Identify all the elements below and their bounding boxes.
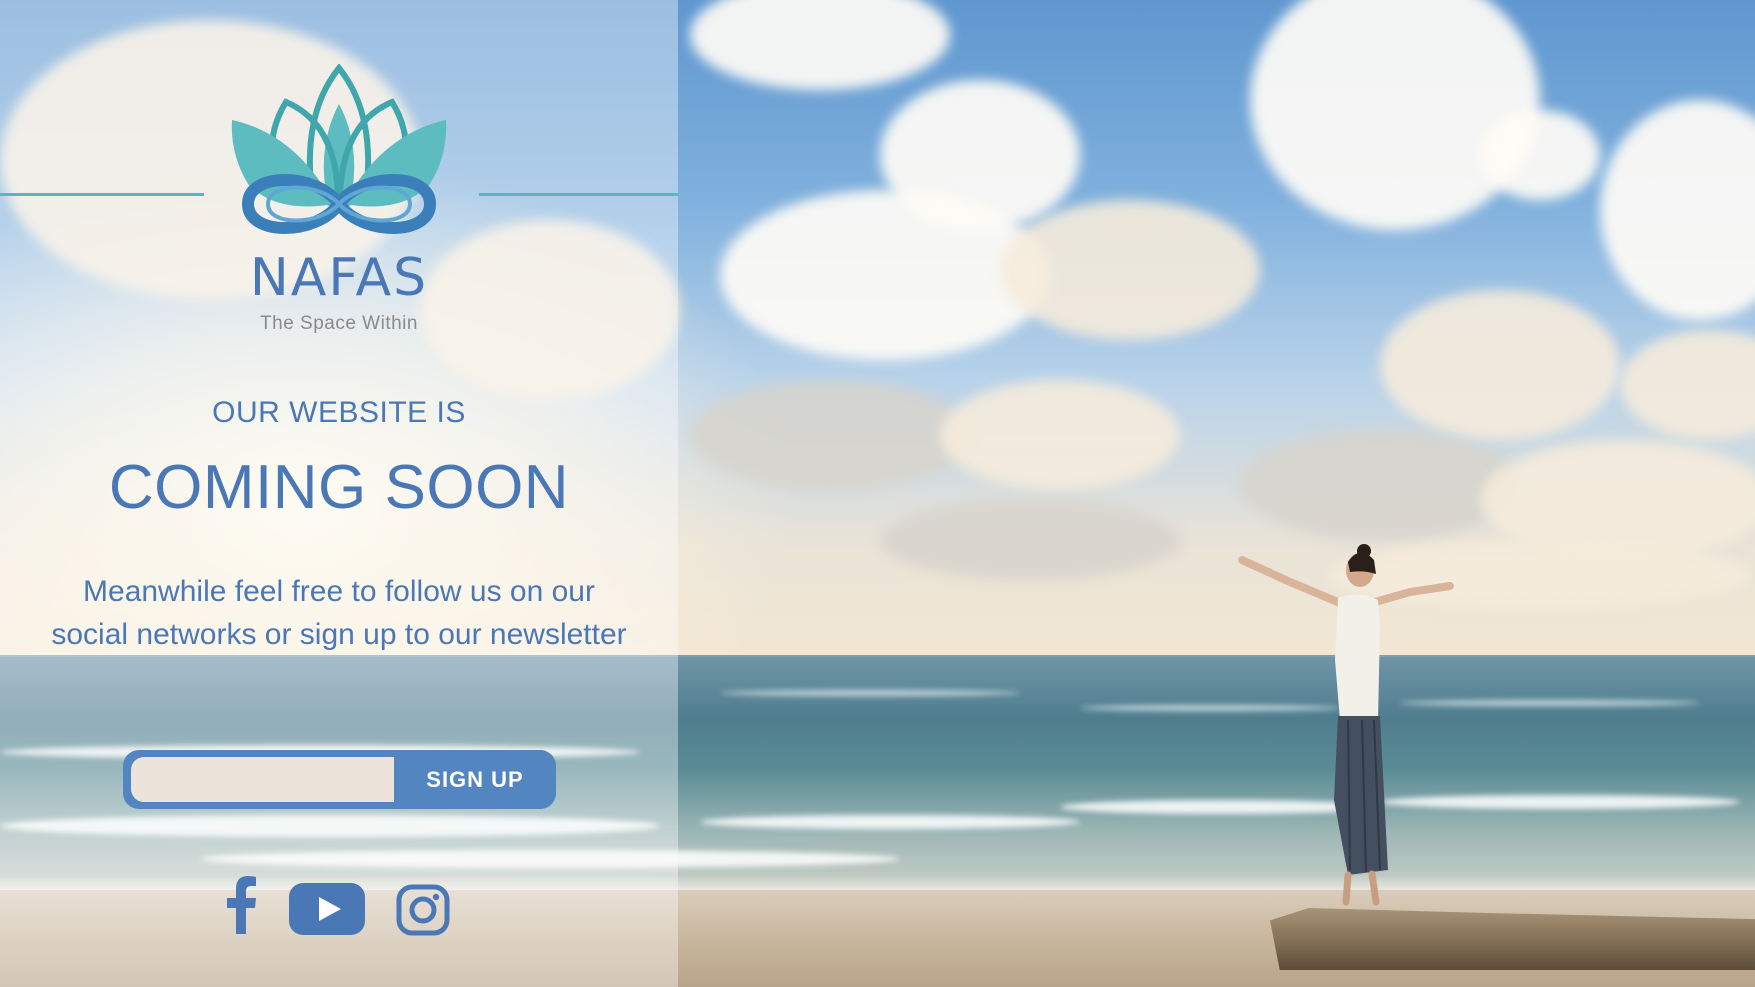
eyebrow-text: OUR WEBSITE IS — [212, 396, 466, 429]
cloud — [940, 380, 1180, 490]
divider-line-left — [0, 193, 204, 196]
cloud — [880, 500, 1180, 580]
intro-message-line-1: Meanwhile feel free to follow us on our — [83, 575, 595, 608]
content-panel: NAFAS The Space Within OUR WEBSITE IS CO… — [0, 0, 678, 987]
divider-line-right — [479, 193, 678, 196]
intro-message: Meanwhile feel free to follow us on our … — [0, 570, 678, 656]
sign-up-button[interactable]: SIGN UP — [394, 750, 556, 809]
cloud — [1240, 430, 1520, 540]
facebook-icon[interactable] — [224, 876, 258, 934]
cloud — [1000, 200, 1260, 340]
wave — [720, 690, 1020, 696]
wave — [700, 815, 1080, 829]
page-headline: COMING SOON — [108, 453, 570, 522]
youtube-icon[interactable] — [289, 880, 365, 938]
cloud — [1480, 110, 1600, 200]
brand-name: NAFAS — [249, 248, 429, 308]
cloud — [690, 380, 970, 490]
brand-tagline: The Space Within — [260, 313, 418, 334]
intro-message-line-2: social networks or sign up to our newsle… — [51, 618, 627, 651]
newsletter-form: SIGN UP — [123, 750, 556, 809]
instagram-icon[interactable] — [396, 881, 450, 939]
cloud — [1380, 290, 1620, 440]
woman-figure — [1238, 544, 1454, 906]
